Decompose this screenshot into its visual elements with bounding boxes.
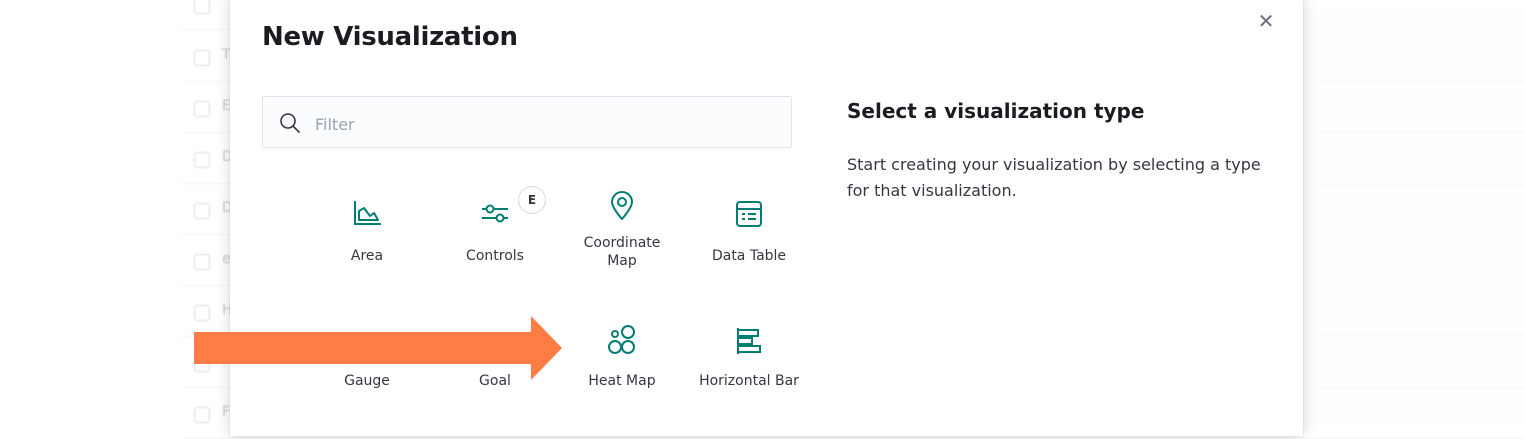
row-checkbox xyxy=(194,101,210,117)
map-pin-icon xyxy=(567,191,677,220)
type-label: Horizontal Bar xyxy=(699,373,799,389)
type-tile-horizontal-bar[interactable]: Horizontal Bar xyxy=(694,306,804,416)
row-text: F xyxy=(222,404,231,420)
type-tile-data-table[interactable]: Data Table xyxy=(694,181,804,291)
background-shade xyxy=(1303,10,1524,425)
type-label: Controls xyxy=(466,248,524,264)
row-checkbox xyxy=(194,203,210,219)
table-icon xyxy=(694,199,804,227)
experimental-badge: E xyxy=(518,186,546,214)
type-tile-area[interactable]: Area xyxy=(312,181,422,291)
heatmap-icon xyxy=(567,324,677,354)
visualization-type-grid: Area E Controls Coordinate Map Data Tabl… xyxy=(262,181,802,421)
type-label: Data Table xyxy=(711,248,787,264)
annotation-arrow xyxy=(194,316,562,380)
row-checkbox xyxy=(194,50,210,66)
row-checkbox xyxy=(194,0,210,14)
type-label: Coordinate Map xyxy=(583,235,661,269)
type-tile-heat-map[interactable]: Heat Map xyxy=(567,306,677,416)
row-checkbox xyxy=(194,152,210,168)
type-tile-controls[interactable]: E Controls xyxy=(440,181,550,291)
side-panel-heading: Select a visualization type xyxy=(847,99,1145,123)
filter-search-box[interactable] xyxy=(262,96,792,148)
close-icon[interactable]: ✕ xyxy=(1255,10,1277,32)
side-panel-description: Start creating your visualization by sel… xyxy=(847,155,1261,200)
area-chart-icon xyxy=(312,199,422,227)
type-tile-coordinate-map[interactable]: Coordinate Map xyxy=(567,181,677,291)
type-label: Area xyxy=(350,248,384,264)
horizontal-bar-icon xyxy=(694,326,804,354)
row-checkbox xyxy=(194,407,210,423)
search-icon xyxy=(280,113,300,133)
type-label: Heat Map xyxy=(588,373,656,389)
filter-input[interactable] xyxy=(313,109,777,139)
modal-title: New Visualization xyxy=(262,22,518,52)
row-checkbox xyxy=(194,254,210,270)
